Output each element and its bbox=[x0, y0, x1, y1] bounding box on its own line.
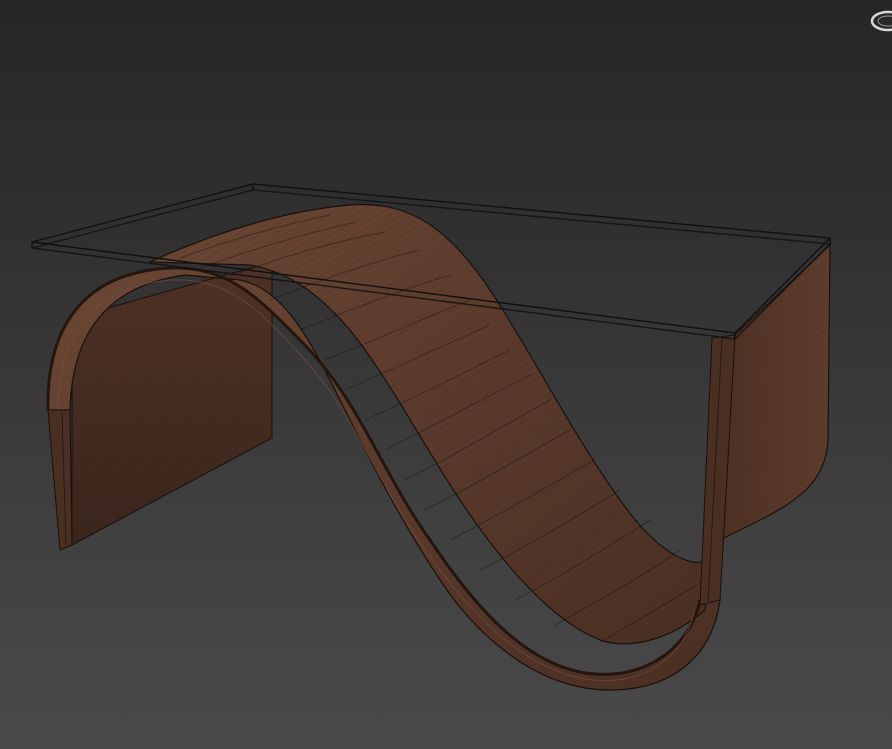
3d-viewport[interactable] bbox=[0, 0, 892, 749]
right-end-panel bbox=[699, 243, 831, 606]
scene-render[interactable] bbox=[0, 0, 892, 749]
viewcube-ring-icon[interactable] bbox=[866, 6, 892, 36]
left-leg-front bbox=[47, 409, 73, 551]
